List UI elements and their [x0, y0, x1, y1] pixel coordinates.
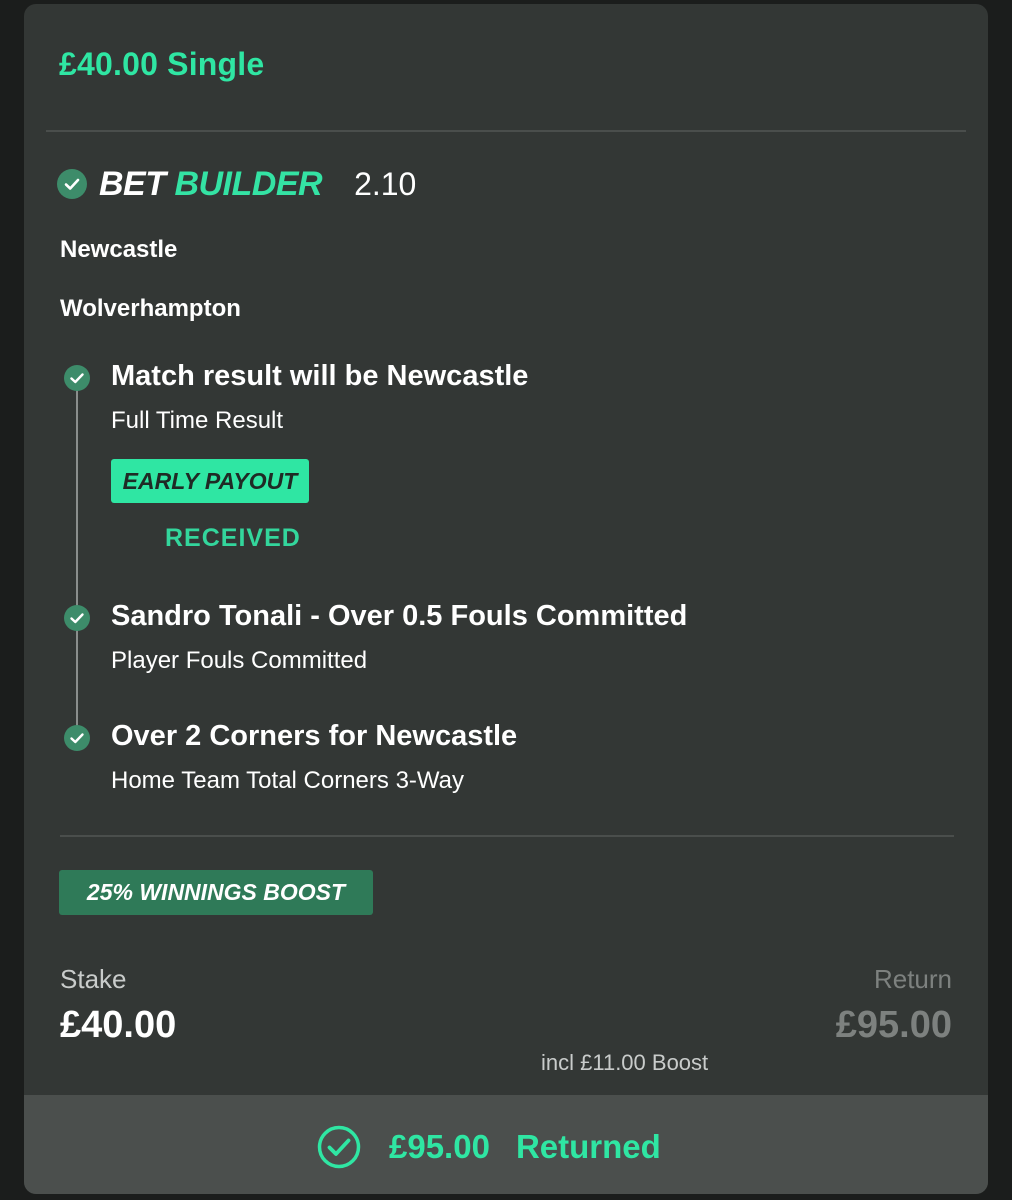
stake-value: £40.00 [60, 1004, 177, 1046]
return-label: Return [873, 964, 952, 994]
leg-title: Sandro Tonali - Over 0.5 Fouls Committed [111, 600, 688, 632]
bet-builder-logo-word1: BET [99, 164, 166, 203]
leg-subtitle: Player Fouls Committed [111, 647, 368, 674]
bet-odds: 2.10 [354, 165, 417, 202]
bet-title: £40.00 Single [59, 46, 265, 82]
bet-card: £40.00 Single BET BUILDER 2.10 Newcastle… [24, 4, 988, 1194]
returned-footer: £95.00 Returned [24, 1095, 988, 1194]
returned-summary: £95.00 Returned [317, 1125, 661, 1169]
bet-builder-row: BET BUILDER 2.10 [57, 162, 416, 206]
returned-status: Returned [515, 1128, 661, 1165]
home-team: Newcastle [60, 236, 178, 263]
bet-builder-logo-word2: BUILDER [174, 164, 323, 203]
early-payout-status: RECEIVED [165, 524, 301, 552]
timeline-connector [76, 382, 78, 737]
check-circle-icon [64, 725, 90, 751]
check-circle-outline-icon [317, 1125, 361, 1169]
early-payout-badge: EARLY PAYOUT [111, 459, 309, 503]
winnings-boost-badge: 25% WINNINGS BOOST [59, 870, 373, 915]
check-circle-icon [57, 169, 87, 199]
return-value: £95.00 [835, 1004, 952, 1046]
boost-note: incl £11.00 Boost [541, 1050, 709, 1075]
check-circle-icon [64, 605, 90, 631]
leg-title: Match result will be Newcastle [111, 360, 529, 392]
divider [60, 835, 954, 837]
stake-label: Stake [60, 964, 127, 994]
bet-builder-logo: BET BUILDER [99, 164, 323, 204]
away-team: Wolverhampton [60, 295, 241, 322]
leg-subtitle: Home Team Total Corners 3-Way [111, 767, 465, 794]
check-circle-icon [64, 365, 90, 391]
leg-title: Over 2 Corners for Newcastle [111, 720, 518, 752]
returned-amount: £95.00 [389, 1128, 490, 1165]
leg-subtitle: Full Time Result [111, 407, 284, 434]
divider [46, 130, 966, 132]
